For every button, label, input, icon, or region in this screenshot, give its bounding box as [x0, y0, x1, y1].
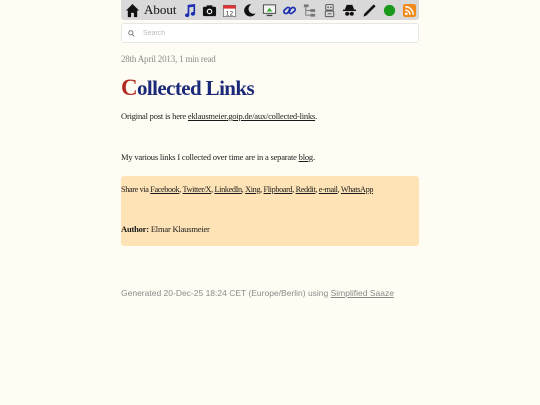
- original-post-link[interactable]: eklausmeier.goip.de/aux/collected-links: [188, 111, 315, 121]
- title-initial: C: [121, 75, 138, 100]
- share-flipboard-link[interactable]: Flipboard: [264, 185, 293, 194]
- body-text: My various links I collected over time a…: [121, 152, 299, 162]
- body-paragraph: My various links I collected over time a…: [121, 152, 419, 162]
- green-dot-icon[interactable]: [379, 0, 399, 20]
- tree-icon[interactable]: [299, 0, 319, 20]
- search-icon: [128, 29, 135, 37]
- moon-icon[interactable]: [239, 0, 259, 20]
- post-meta: 28th April 2013, 1 min read: [121, 54, 216, 64]
- share-facebook-link[interactable]: Facebook: [150, 185, 179, 194]
- nav-about-link[interactable]: About: [144, 0, 177, 20]
- footer-text: Generated 20-Dec-25 18:24 CET (Europe/Be…: [121, 288, 331, 298]
- author-label: Author:: [121, 224, 149, 234]
- footer: Generated 20-Dec-25 18:24 CET (Europe/Be…: [121, 288, 394, 298]
- simplified-saaze-link[interactable]: Simplified Saaze: [331, 288, 394, 298]
- rss-icon[interactable]: [399, 0, 419, 20]
- share-label: Share via: [121, 185, 151, 194]
- camera-icon[interactable]: [199, 0, 219, 20]
- robot-icon[interactable]: [319, 0, 339, 20]
- blog-link[interactable]: blog: [299, 152, 314, 162]
- calendar-icon[interactable]: 12: [219, 0, 239, 20]
- spy-icon[interactable]: [339, 0, 359, 20]
- link-icon[interactable]: [279, 0, 299, 20]
- author-name: Elmar Klausmeier: [148, 224, 210, 234]
- share-xing-link[interactable]: Xing: [245, 185, 260, 194]
- home-icon[interactable]: [123, 0, 143, 20]
- calendar-day: 12: [226, 10, 234, 17]
- share-linkedin-link[interactable]: LinkedIn: [215, 185, 243, 194]
- intro-paragraph: Original post is here eklausmeier.goip.d…: [121, 111, 419, 121]
- page-title: Collected Links: [121, 74, 419, 102]
- intro-suffix: .: [315, 111, 318, 121]
- monitor-icon[interactable]: [259, 0, 279, 20]
- share-reddit-link[interactable]: Reddit: [296, 185, 316, 194]
- search-input[interactable]: [141, 28, 405, 38]
- author-line: Author: Elmar Klausmeier: [121, 224, 210, 234]
- share-whatsapp-link[interactable]: WhatsApp: [341, 185, 374, 194]
- music-note-icon[interactable]: [179, 0, 199, 20]
- intro-text: Original post is here: [121, 111, 188, 121]
- top-nav: About 12: [121, 0, 419, 20]
- share-twitter-link[interactable]: Twitter/X: [183, 185, 212, 194]
- pencil-icon[interactable]: [359, 0, 379, 20]
- share-line: Share via Facebook, Twitter/X, LinkedIn,…: [121, 185, 419, 194]
- title-rest: ollected Links: [137, 76, 255, 100]
- body-suffix: .: [312, 152, 315, 162]
- share-box: Share via Facebook, Twitter/X, LinkedIn,…: [121, 176, 419, 246]
- search-box: [121, 23, 419, 43]
- share-email-link[interactable]: e-mail: [319, 185, 338, 194]
